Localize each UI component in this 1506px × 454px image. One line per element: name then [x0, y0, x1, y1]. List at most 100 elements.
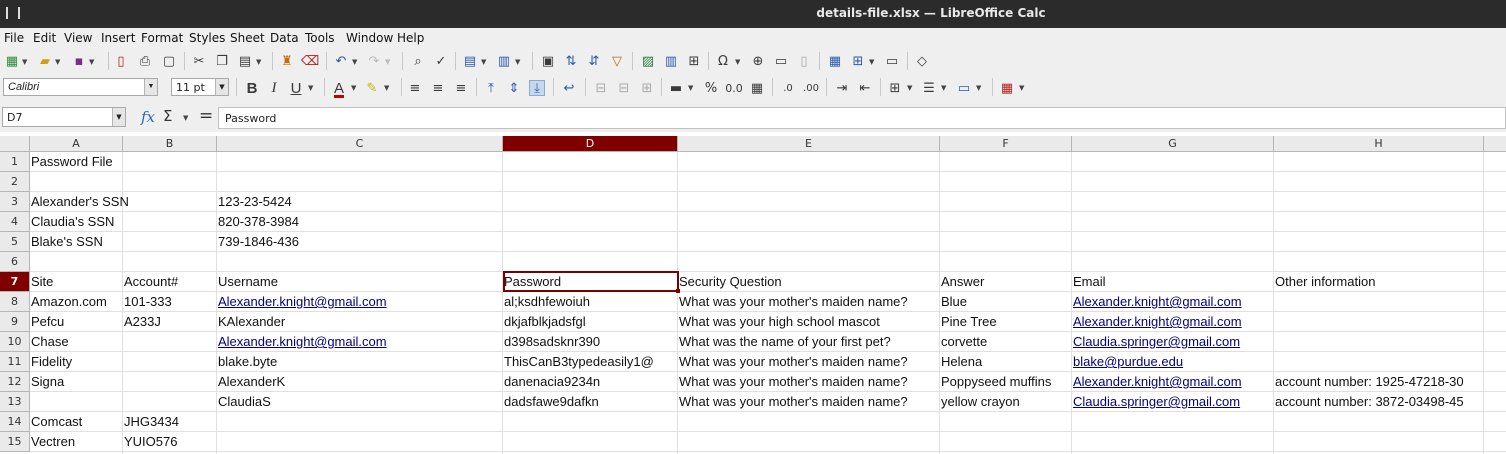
cell-e10[interactable]: What was the name of your first pet? — [678, 332, 891, 352]
date-format-icon[interactable]: ▦ — [749, 80, 765, 96]
cut-icon[interactable]: ✂ — [191, 53, 207, 69]
special-character-icon[interactable]: Ω — [715, 53, 731, 69]
row-header-9[interactable]: 9 — [0, 312, 30, 332]
row-icon[interactable]: ▤ — [462, 53, 478, 69]
cell-e11[interactable]: What was your mother's maiden name? — [678, 352, 908, 372]
column-header-h[interactable]: H — [1274, 136, 1484, 152]
cell-e9[interactable]: What was your high school mascot — [678, 312, 880, 332]
new-document-icon[interactable]: ▦ — [4, 53, 20, 69]
cell-a3[interactable]: Alexander's SSN — [30, 192, 129, 212]
font-color-button[interactable]: A — [331, 80, 347, 97]
row-header-14[interactable]: 14 — [0, 412, 30, 432]
cell-f11[interactable]: Helena — [940, 352, 982, 372]
chevron-down-icon[interactable]: ▼ — [112, 108, 125, 126]
border-style-icon[interactable]: ☰ — [921, 80, 937, 96]
sort-ascending-icon[interactable]: ⇅ — [563, 53, 579, 69]
split-window-icon[interactable]: ⊞ — [850, 53, 866, 69]
cell-e8[interactable]: What was your mother's maiden name? — [678, 292, 908, 312]
bold-button[interactable]: B — [244, 80, 260, 97]
row-header-1[interactable]: 1 — [0, 152, 30, 172]
chevron-down-icon[interactable]: ▼ — [976, 84, 981, 92]
cell-f12[interactable]: Poppyseed muffins — [940, 372, 1051, 392]
column-header-g[interactable]: G — [1072, 136, 1274, 152]
add-decimal-icon[interactable]: .0 — [780, 80, 796, 96]
column-header-i[interactable] — [1484, 136, 1506, 152]
chevron-down-icon[interactable]: ▼ — [869, 58, 874, 66]
cell-c11[interactable]: blake.byte — [217, 352, 277, 372]
row-header-13[interactable]: 13 — [0, 392, 30, 412]
chevron-down-icon[interactable]: ▼ — [384, 84, 389, 92]
align-center-icon[interactable]: ≡ — [430, 80, 446, 96]
cell-h7[interactable]: Other information — [1274, 272, 1375, 292]
chevron-down-icon[interactable]: ▼ — [1019, 84, 1024, 92]
menu-tools[interactable]: Tools — [305, 31, 335, 45]
sum-button[interactable]: Σ — [163, 107, 172, 125]
cell-g9[interactable]: Alexander.knight@gmail.com — [1072, 312, 1242, 332]
row-header-3[interactable]: 3 — [0, 192, 30, 212]
menu-view[interactable]: View — [64, 31, 92, 45]
column-header-a[interactable]: A — [30, 136, 123, 152]
cell-c8[interactable]: Alexander.knight@gmail.com — [217, 292, 387, 312]
cell-a12[interactable]: Signa — [30, 372, 64, 392]
chevron-down-icon[interactable]: ▼ — [215, 79, 228, 95]
sort-descending-icon[interactable]: ⇵ — [586, 53, 602, 69]
insert-image-icon[interactable]: ▨ — [640, 53, 656, 69]
formula-input[interactable]: Password — [218, 107, 1506, 129]
cell-c7[interactable]: Username — [217, 272, 278, 292]
delete-decimal-icon[interactable]: .00 — [803, 80, 819, 96]
cell-c10[interactable]: Alexander.knight@gmail.com — [217, 332, 387, 352]
cell-f10[interactable]: corvette — [940, 332, 987, 352]
font-size-combobox[interactable]: 11 pt ▼ — [171, 78, 229, 96]
paste-icon[interactable]: ▤ — [237, 53, 253, 69]
menu-sheet[interactable]: Sheet — [230, 31, 265, 45]
cell-f9[interactable]: Pine Tree — [940, 312, 997, 332]
column-header-e[interactable]: E — [678, 136, 940, 152]
italic-button[interactable]: I — [266, 80, 282, 96]
cell-c5[interactable]: 739-1846-436 — [217, 232, 299, 252]
undo-icon[interactable]: ↶ — [333, 53, 349, 69]
chevron-down-icon[interactable]: ▼ — [941, 84, 946, 92]
cell-g13[interactable]: Claudia.springer@gmail.com — [1072, 392, 1240, 412]
menu-help[interactable]: Help — [397, 31, 424, 45]
wrap-text-icon[interactable]: ↩ — [561, 80, 577, 96]
conditional-format-icon[interactable]: ▦ — [999, 80, 1015, 96]
number-format-button[interactable]: 0.0 — [725, 80, 743, 96]
cell-c9[interactable]: KAlexander — [217, 312, 285, 332]
cell-e12[interactable]: What was your mother's maiden name? — [678, 372, 908, 392]
cell-g7[interactable]: Email — [1072, 272, 1106, 292]
function-wizard-button[interactable]: fx — [141, 108, 155, 126]
row-header-6[interactable]: 6 — [0, 252, 30, 272]
chevron-down-icon[interactable]: ▼ — [308, 84, 313, 92]
redo-icon[interactable]: ↷ — [366, 53, 382, 69]
cell-c3[interactable]: 123-23-5424 — [217, 192, 292, 212]
cell-f13[interactable]: yellow crayon — [940, 392, 1020, 412]
cell-g12[interactable]: Alexander.knight@gmail.com — [1072, 372, 1242, 392]
cell-b15[interactable]: YUIO576 — [123, 432, 177, 452]
menu-styles[interactable]: Styles — [189, 31, 225, 45]
cell-b7[interactable]: Account# — [123, 272, 178, 292]
chevron-down-icon[interactable]: ▼ — [256, 58, 261, 66]
cell-d11[interactable]: ThisCanB3typedeasily1@ — [503, 352, 654, 372]
align-right-icon[interactable]: ≡ — [453, 80, 469, 96]
highlight-color-icon[interactable]: ✎ — [364, 80, 380, 96]
cell-h12[interactable]: account number: 1925-47218-30 — [1274, 372, 1464, 392]
define-print-area-icon[interactable]: ▣ — [540, 53, 556, 69]
fill-handle[interactable] — [676, 289, 680, 293]
cell-f8[interactable]: Blue — [940, 292, 967, 312]
formula-button[interactable]: = — [199, 106, 213, 126]
percent-button[interactable]: % — [703, 80, 719, 96]
column-icon[interactable]: ▥ — [496, 53, 512, 69]
cell-f7[interactable]: Answer — [940, 272, 984, 292]
cell-a4[interactable]: Claudia's SSN — [30, 212, 114, 232]
hyperlink-icon[interactable]: ⊕ — [750, 53, 766, 69]
spelling-icon[interactable]: ✓ — [433, 53, 449, 69]
select-all-corner[interactable] — [0, 136, 30, 152]
chevron-down-icon[interactable]: ▼ — [481, 58, 486, 66]
autofilter-icon[interactable]: ▽ — [609, 53, 625, 69]
row-header-15[interactable]: 15 — [0, 432, 30, 452]
align-left-icon[interactable]: ≡ — [407, 80, 423, 96]
cell-e7[interactable]: Security Question — [678, 272, 782, 292]
cell-a5[interactable]: Blake's SSN — [30, 232, 103, 252]
spreadsheet-grid[interactable]: A B C D E F G H 1 2 3 4 5 6 7 8 9 10 11 … — [0, 136, 1506, 454]
column-header-b[interactable]: B — [123, 136, 217, 152]
